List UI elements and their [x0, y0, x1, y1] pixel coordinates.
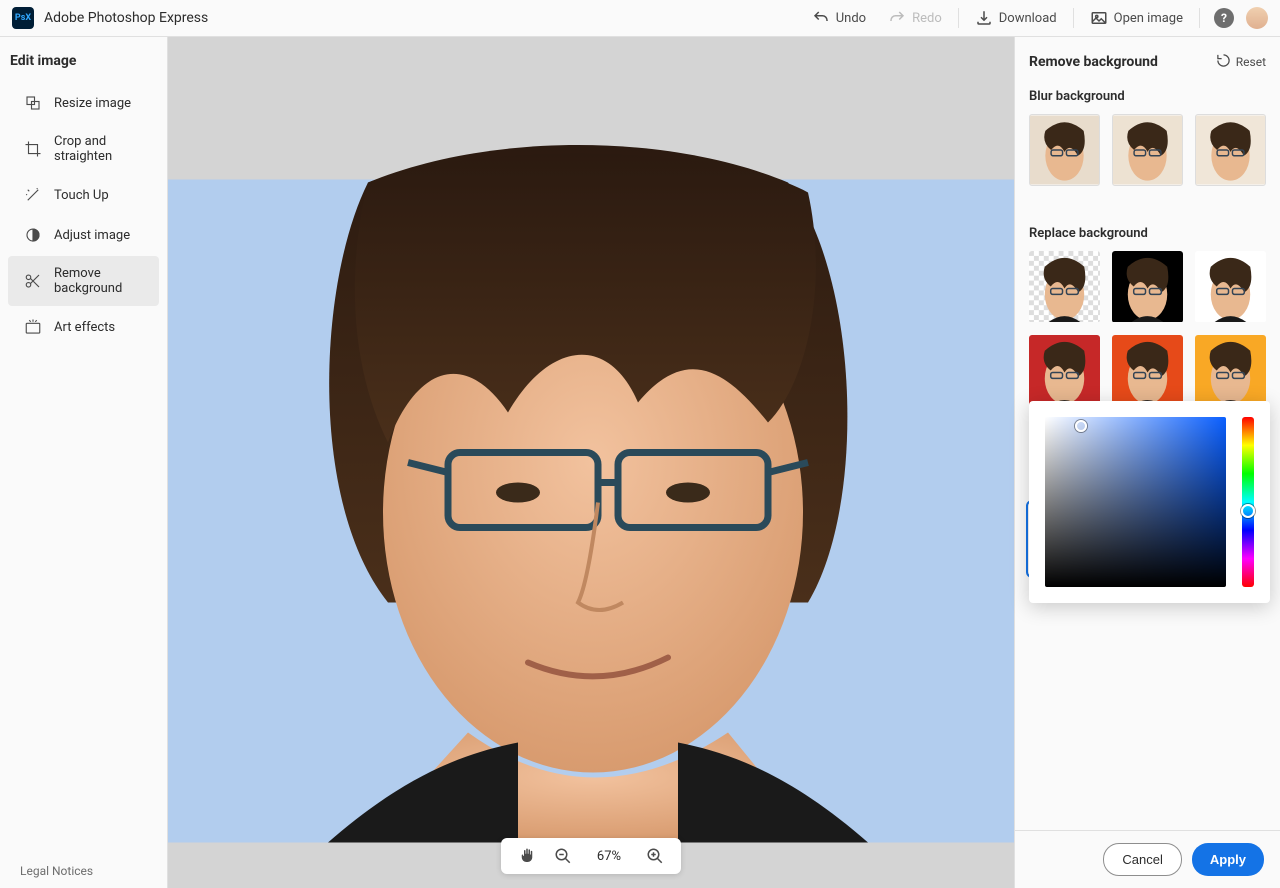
right-panel-content: Remove background Reset Blur background …	[1015, 37, 1280, 830]
zoom-toolbar: 67%	[501, 838, 681, 874]
reset-icon	[1216, 53, 1231, 71]
canvas-area: 67%	[168, 37, 1014, 888]
sidebar-label: Remove background	[54, 266, 143, 296]
download-label: Download	[999, 11, 1057, 26]
sidebar-item-resize[interactable]: Resize image	[8, 84, 159, 122]
scissors-icon	[24, 272, 42, 290]
legal-notices-link[interactable]: Legal Notices	[0, 854, 167, 888]
replace-bg-thumb-3[interactable]	[1029, 335, 1100, 407]
wand-icon	[24, 186, 42, 204]
left-sidebar: Edit image Resize image Crop and straigh…	[0, 37, 168, 888]
open-image-label: Open image	[1114, 11, 1183, 26]
zoom-value: 67%	[589, 849, 629, 864]
sidebar-label: Art effects	[54, 320, 115, 335]
undo-label: Undo	[836, 11, 866, 26]
replace-bg-thumb-0[interactable]	[1029, 251, 1100, 323]
blur-thumb-3[interactable]	[1195, 114, 1266, 186]
sv-cursor[interactable]	[1075, 420, 1087, 432]
app-logo-text: PsX	[15, 13, 31, 23]
zoom-in-button[interactable]	[645, 846, 665, 866]
right-panel: Remove background Reset Blur background …	[1014, 37, 1280, 888]
sidebar-item-crop[interactable]: Crop and straighten	[8, 124, 159, 174]
sidebar-label: Adjust image	[54, 228, 130, 243]
reset-label: Reset	[1236, 55, 1266, 69]
panel-title: Remove background	[1029, 54, 1158, 70]
sidebar-item-art-effects[interactable]: Art effects	[8, 308, 159, 346]
undo-button[interactable]: Undo	[802, 3, 876, 33]
replace-bg-thumb-5[interactable]	[1195, 335, 1266, 407]
art-effects-icon	[24, 318, 42, 336]
blur-thumbnails	[1029, 114, 1266, 186]
replace-grid	[1029, 251, 1266, 575]
saturation-value-field[interactable]	[1045, 417, 1226, 587]
app-title: Adobe Photoshop Express	[44, 10, 208, 26]
undo-icon	[812, 9, 830, 27]
sidebar-title: Edit image	[0, 37, 167, 83]
blur-thumb-2[interactable]	[1112, 114, 1183, 186]
redo-label: Redo	[912, 11, 942, 26]
header-divider	[958, 8, 959, 28]
main-area: Edit image Resize image Crop and straigh…	[0, 37, 1280, 888]
hue-cursor[interactable]	[1241, 504, 1255, 518]
header-right: Undo Redo Download Open image ?	[802, 3, 1268, 33]
replace-bg-thumb-1[interactable]	[1112, 251, 1183, 323]
crop-icon	[24, 140, 42, 158]
adjust-icon	[24, 226, 42, 244]
apply-button[interactable]: Apply	[1192, 843, 1264, 876]
reset-button[interactable]: Reset	[1216, 53, 1266, 71]
user-avatar[interactable]	[1246, 7, 1268, 29]
sidebar-label: Touch Up	[54, 188, 109, 203]
app-logo: PsX	[12, 7, 34, 29]
cancel-button[interactable]: Cancel	[1103, 843, 1181, 876]
blur-thumb-1[interactable]	[1029, 114, 1100, 186]
hue-slider[interactable]	[1242, 417, 1254, 587]
panel-header: Remove background Reset	[1029, 53, 1266, 71]
panel-footer: Cancel Apply	[1015, 830, 1280, 888]
help-button[interactable]: ?	[1214, 8, 1234, 28]
image-icon	[1090, 9, 1108, 27]
download-button[interactable]: Download	[965, 3, 1067, 33]
pan-tool-button[interactable]	[517, 846, 537, 866]
open-image-button[interactable]: Open image	[1080, 3, 1193, 33]
header-divider-3	[1199, 8, 1200, 28]
download-icon	[975, 9, 993, 27]
header-divider-2	[1073, 8, 1074, 28]
sidebar-label: Resize image	[54, 96, 131, 111]
redo-icon	[888, 9, 906, 27]
blur-section-label: Blur background	[1029, 89, 1266, 104]
redo-button[interactable]: Redo	[878, 3, 952, 33]
header-left: PsX Adobe Photoshop Express	[12, 7, 208, 29]
sidebar-item-remove-bg[interactable]: Remove background	[8, 256, 159, 306]
replace-section-label: Replace background	[1029, 226, 1266, 241]
sidebar-item-adjust[interactable]: Adjust image	[8, 216, 159, 254]
app-header: PsX Adobe Photoshop Express Undo Redo Do…	[0, 0, 1280, 37]
canvas-image[interactable]	[168, 37, 1014, 888]
sidebar-label: Crop and straighten	[54, 134, 143, 164]
replace-bg-thumb-4[interactable]	[1112, 335, 1183, 407]
zoom-out-button[interactable]	[553, 846, 573, 866]
color-picker	[1029, 401, 1270, 603]
resize-icon	[24, 94, 42, 112]
sidebar-item-touchup[interactable]: Touch Up	[8, 176, 159, 214]
replace-bg-thumb-2[interactable]	[1195, 251, 1266, 323]
